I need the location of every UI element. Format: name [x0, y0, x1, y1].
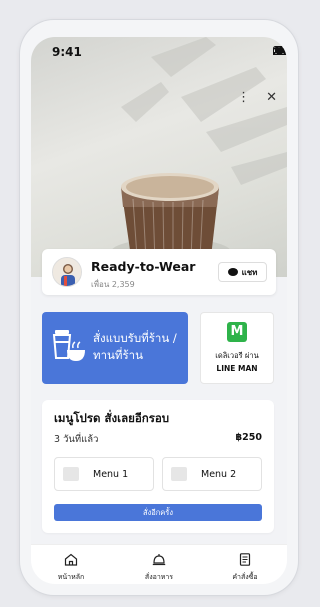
nav-item-order[interactable]: สั่งอาหาร: [127, 551, 191, 583]
chat-button-label: แชท: [241, 267, 258, 277]
home-icon: [64, 553, 78, 566]
close-icon[interactable]: ✕: [266, 91, 277, 105]
reorder-title: เมนูโปรด สั่งเลยอีกรอบ: [54, 411, 170, 425]
pickup-order-label: สั่งแบบรับที่ร้าน / ทานที่ร้าน: [93, 331, 177, 362]
store-name: Ready-to-Wear: [91, 259, 196, 274]
reorder-date: 3 วันที่แล้ว: [54, 434, 99, 445]
line-man-logo-icon: M: [227, 322, 247, 342]
favorite-reorder-card: เมนูโปรด สั่งเลยอีกรอบ 3 วันที่แล้ว ฿250…: [42, 400, 274, 533]
store-avatar: [52, 257, 82, 287]
store-card: Ready-to-Wear เพื่อน 2,359 แชท: [42, 249, 276, 295]
app-screen: 9:41 ⋮ ✕ Ready-to-Wear เพื่อน 2,359 แชท …: [31, 37, 287, 584]
nav-item-label: สั่งอาหาร: [144, 573, 174, 581]
chat-button[interactable]: แชท: [218, 262, 267, 282]
nav-item-label: คำสั่งซื้อ: [232, 573, 258, 581]
order-icon: [152, 554, 166, 566]
image-placeholder-icon: [63, 467, 79, 481]
reorder-button[interactable]: สั่งอีกครั้ง: [54, 504, 262, 521]
status-time: 9:41: [52, 45, 82, 59]
friend-count: เพื่อน 2,359: [91, 280, 135, 289]
more-options-icon[interactable]: ⋮: [237, 91, 250, 105]
chat-bubble-icon: [227, 268, 238, 276]
store-avatar-image: [53, 258, 81, 286]
menu-item[interactable]: Menu 2: [162, 457, 262, 491]
menu-item[interactable]: Menu 1: [54, 457, 154, 491]
nav-item-home[interactable]: หน้าหลัก: [39, 551, 103, 583]
hero-image: 9:41 ⋮ ✕: [31, 37, 287, 277]
battery-icon: [273, 46, 287, 55]
delivery-provider-label: LINE MAN: [216, 364, 258, 373]
bottom-nav: หน้าหลัก สั่งอาหาร คำสั่งซื้อ: [31, 544, 287, 584]
coffee-photo: [111, 37, 287, 266]
takeaway-icon: [52, 330, 85, 361]
nav-item-label: หน้าหลัก: [57, 573, 85, 581]
image-placeholder-icon: [171, 467, 187, 481]
nav-item-orders[interactable]: คำสั่งซื้อ: [213, 551, 277, 583]
menu-item-label: Menu 1: [93, 469, 129, 480]
pickup-order-button[interactable]: สั่งแบบรับที่ร้าน / ทานที่ร้าน: [42, 312, 188, 384]
top-actions: ⋮ ✕: [237, 91, 277, 105]
device-frame: 9:41 ⋮ ✕ Ready-to-Wear เพื่อน 2,359 แชท …: [20, 20, 298, 595]
orders-list-icon: [239, 553, 251, 566]
delivery-lineman-button[interactable]: M เดลิเวอรี ผ่าน LINE MAN: [200, 312, 274, 384]
delivery-label: เดลิเวอรี ผ่าน: [215, 351, 259, 360]
menu-item-label: Menu 2: [201, 469, 237, 480]
reorder-price: ฿250: [235, 432, 262, 443]
